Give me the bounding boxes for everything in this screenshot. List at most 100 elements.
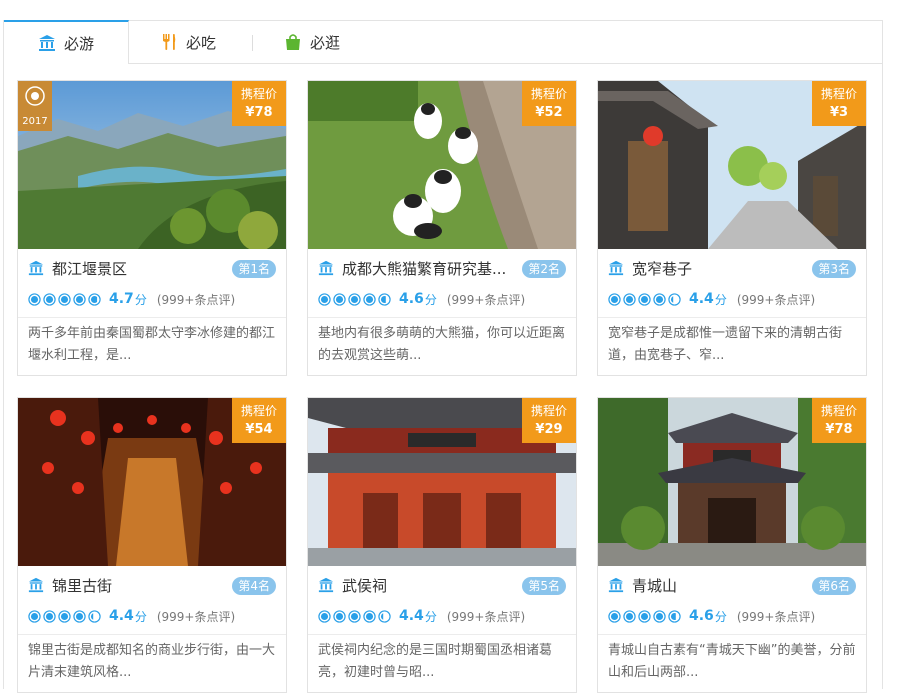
rating-dots xyxy=(318,609,393,623)
divider xyxy=(598,317,866,318)
tab-must-shop[interactable]: 必逛 xyxy=(284,21,340,63)
tab-label: 必游 xyxy=(63,34,94,53)
attraction-description: 两千多年前由秦国蜀郡太守李冰修建的都江堰水利工程，是... xyxy=(28,326,276,363)
divider xyxy=(308,317,576,318)
review-count[interactable]: (999+条点评) xyxy=(737,608,815,625)
tab-label: 必吃 xyxy=(186,33,217,52)
price-tag: 携程价 ¥29 xyxy=(522,398,576,443)
price-value: ¥54 xyxy=(245,422,273,437)
rating-dot-icon xyxy=(653,609,666,623)
attraction-name[interactable]: 成都大熊猫繁育研究基... xyxy=(342,258,506,279)
rating-dot-icon xyxy=(668,609,681,623)
price-label: 携程价 xyxy=(240,404,277,418)
shopping-bag-icon xyxy=(286,34,300,50)
rating-dot-icon xyxy=(378,292,391,306)
rating-dot-icon xyxy=(43,609,56,623)
rating-dot-icon xyxy=(28,609,41,623)
rating-dots xyxy=(608,609,683,623)
attraction-photo[interactable]: 2017 携程价 ¥78 xyxy=(18,81,286,249)
rating-dot-icon xyxy=(653,292,666,306)
rating: 4.7 分 (999+条点评) xyxy=(28,288,235,310)
rating-dot-icon xyxy=(363,609,376,623)
museum-icon xyxy=(38,35,55,51)
attraction-description: 锦里古街是成都知名的商业步行街，由一大片清末建筑风格... xyxy=(28,643,276,680)
laurel-icon xyxy=(25,86,45,106)
price-tag: 携程价 ¥78 xyxy=(232,81,286,126)
rating-dots xyxy=(28,609,103,623)
score-value: 4.7 xyxy=(109,291,134,307)
attraction-name[interactable]: 锦里古街 xyxy=(52,575,112,596)
rating-dot-icon xyxy=(378,609,391,623)
attraction-name[interactable]: 武侯祠 xyxy=(342,575,387,596)
price-tag: 携程价 ¥54 xyxy=(232,398,286,443)
museum-icon xyxy=(28,577,44,593)
rating-dot-icon xyxy=(73,292,86,306)
rating: 4.6 分 (999+条点评) xyxy=(608,605,815,627)
score-unit: 分 xyxy=(134,292,147,307)
attraction-card[interactable]: 携程价 ¥52 成都大熊猫繁育研究基... 第2名 4.6 分 (999+条点评)… xyxy=(307,80,577,376)
attraction-photo[interactable]: 携程价 ¥78 xyxy=(598,398,866,566)
tab-must-eat[interactable]: 必吃 xyxy=(160,21,216,63)
attraction-card[interactable]: 携程价 ¥78 青城山 第6名 4.6 分 (999+条点评) 青城山自古素有“青… xyxy=(597,397,867,693)
review-count[interactable]: (999+条点评) xyxy=(447,608,525,625)
score-value: 4.4 xyxy=(689,291,714,307)
rating-dots xyxy=(28,292,103,306)
divider xyxy=(598,634,866,635)
rating-dot-icon xyxy=(58,609,71,623)
score-value: 4.6 xyxy=(689,608,714,624)
museum-icon xyxy=(318,577,334,593)
rating-dot-icon xyxy=(318,292,331,306)
museum-icon xyxy=(318,260,334,276)
attraction-photo[interactable]: 携程价 ¥52 xyxy=(308,81,576,249)
attraction-name[interactable]: 都江堰景区 xyxy=(52,258,127,279)
category-tabs: 必游 必吃 必逛 xyxy=(4,20,882,64)
price-value: ¥29 xyxy=(535,422,563,437)
rating-dots xyxy=(318,292,393,306)
rating-dot-icon xyxy=(88,292,101,306)
review-count[interactable]: (999+条点评) xyxy=(737,291,815,308)
attraction-description: 基地内有很多萌萌的大熊猫，你可以近距离的去观赏这些萌... xyxy=(318,326,566,363)
rating-dot-icon xyxy=(318,609,331,623)
price-label: 携程价 xyxy=(240,87,277,101)
price-value: ¥3 xyxy=(829,105,849,120)
attraction-photo[interactable]: 携程价 ¥29 xyxy=(308,398,576,566)
attraction-name[interactable]: 宽窄巷子 xyxy=(632,258,692,279)
price-value: ¥78 xyxy=(245,105,273,120)
score-unit: 分 xyxy=(714,292,727,307)
attraction-card[interactable]: 2017 携程价 ¥78 都江堰景区 第1名 4.7 分 (999+条点评) 两千… xyxy=(17,80,287,376)
price-tag: 携程价 ¥3 xyxy=(812,81,866,126)
attraction-description: 武侯祠内纪念的是三国时期蜀国丞相诸葛亮，初建时曾与昭... xyxy=(318,643,553,680)
attraction-name[interactable]: 青城山 xyxy=(632,575,677,596)
price-tag: 携程价 ¥78 xyxy=(812,398,866,443)
attraction-card[interactable]: 携程价 ¥29 武侯祠 第5名 4.4 分 (999+条点评) 武侯祠内纪念的是三… xyxy=(307,397,577,693)
rating: 4.4 分 (999+条点评) xyxy=(318,605,525,627)
rating-dot-icon xyxy=(638,609,651,623)
review-count[interactable]: (999+条点评) xyxy=(157,608,235,625)
price-label: 携程价 xyxy=(820,404,857,418)
museum-icon xyxy=(608,260,624,276)
price-label: 携程价 xyxy=(530,87,567,101)
review-count[interactable]: (999+条点评) xyxy=(447,291,525,308)
score-unit: 分 xyxy=(134,609,147,624)
rating-dot-icon xyxy=(608,292,621,306)
rating-dot-icon xyxy=(58,292,71,306)
rating-dot-icon xyxy=(348,292,361,306)
score-value: 4.4 xyxy=(109,608,134,624)
attraction-card[interactable]: 携程价 ¥3 宽窄巷子 第3名 4.4 分 (999+条点评) 宽窄巷子是成都惟一… xyxy=(597,80,867,376)
rating-dot-icon xyxy=(348,609,361,623)
divider xyxy=(18,634,286,635)
tab-divider xyxy=(252,35,253,51)
tab-must-visit[interactable]: 必游 xyxy=(4,20,129,64)
price-value: ¥52 xyxy=(535,105,563,120)
attraction-card[interactable]: 携程价 ¥54 锦里古街 第4名 4.4 分 (999+条点评) 锦里古街是成都知… xyxy=(17,397,287,693)
review-count[interactable]: (999+条点评) xyxy=(157,291,235,308)
museum-icon xyxy=(28,260,44,276)
attraction-photo[interactable]: 携程价 ¥3 xyxy=(598,81,866,249)
attraction-photo[interactable]: 携程价 ¥54 xyxy=(18,398,286,566)
tab-label: 必逛 xyxy=(310,33,341,52)
rank-badge: 第3名 xyxy=(812,260,856,278)
price-label: 携程价 xyxy=(820,87,857,101)
rank-badge: 第4名 xyxy=(232,577,276,595)
price-label: 携程价 xyxy=(530,404,567,418)
rating-dot-icon xyxy=(363,292,376,306)
